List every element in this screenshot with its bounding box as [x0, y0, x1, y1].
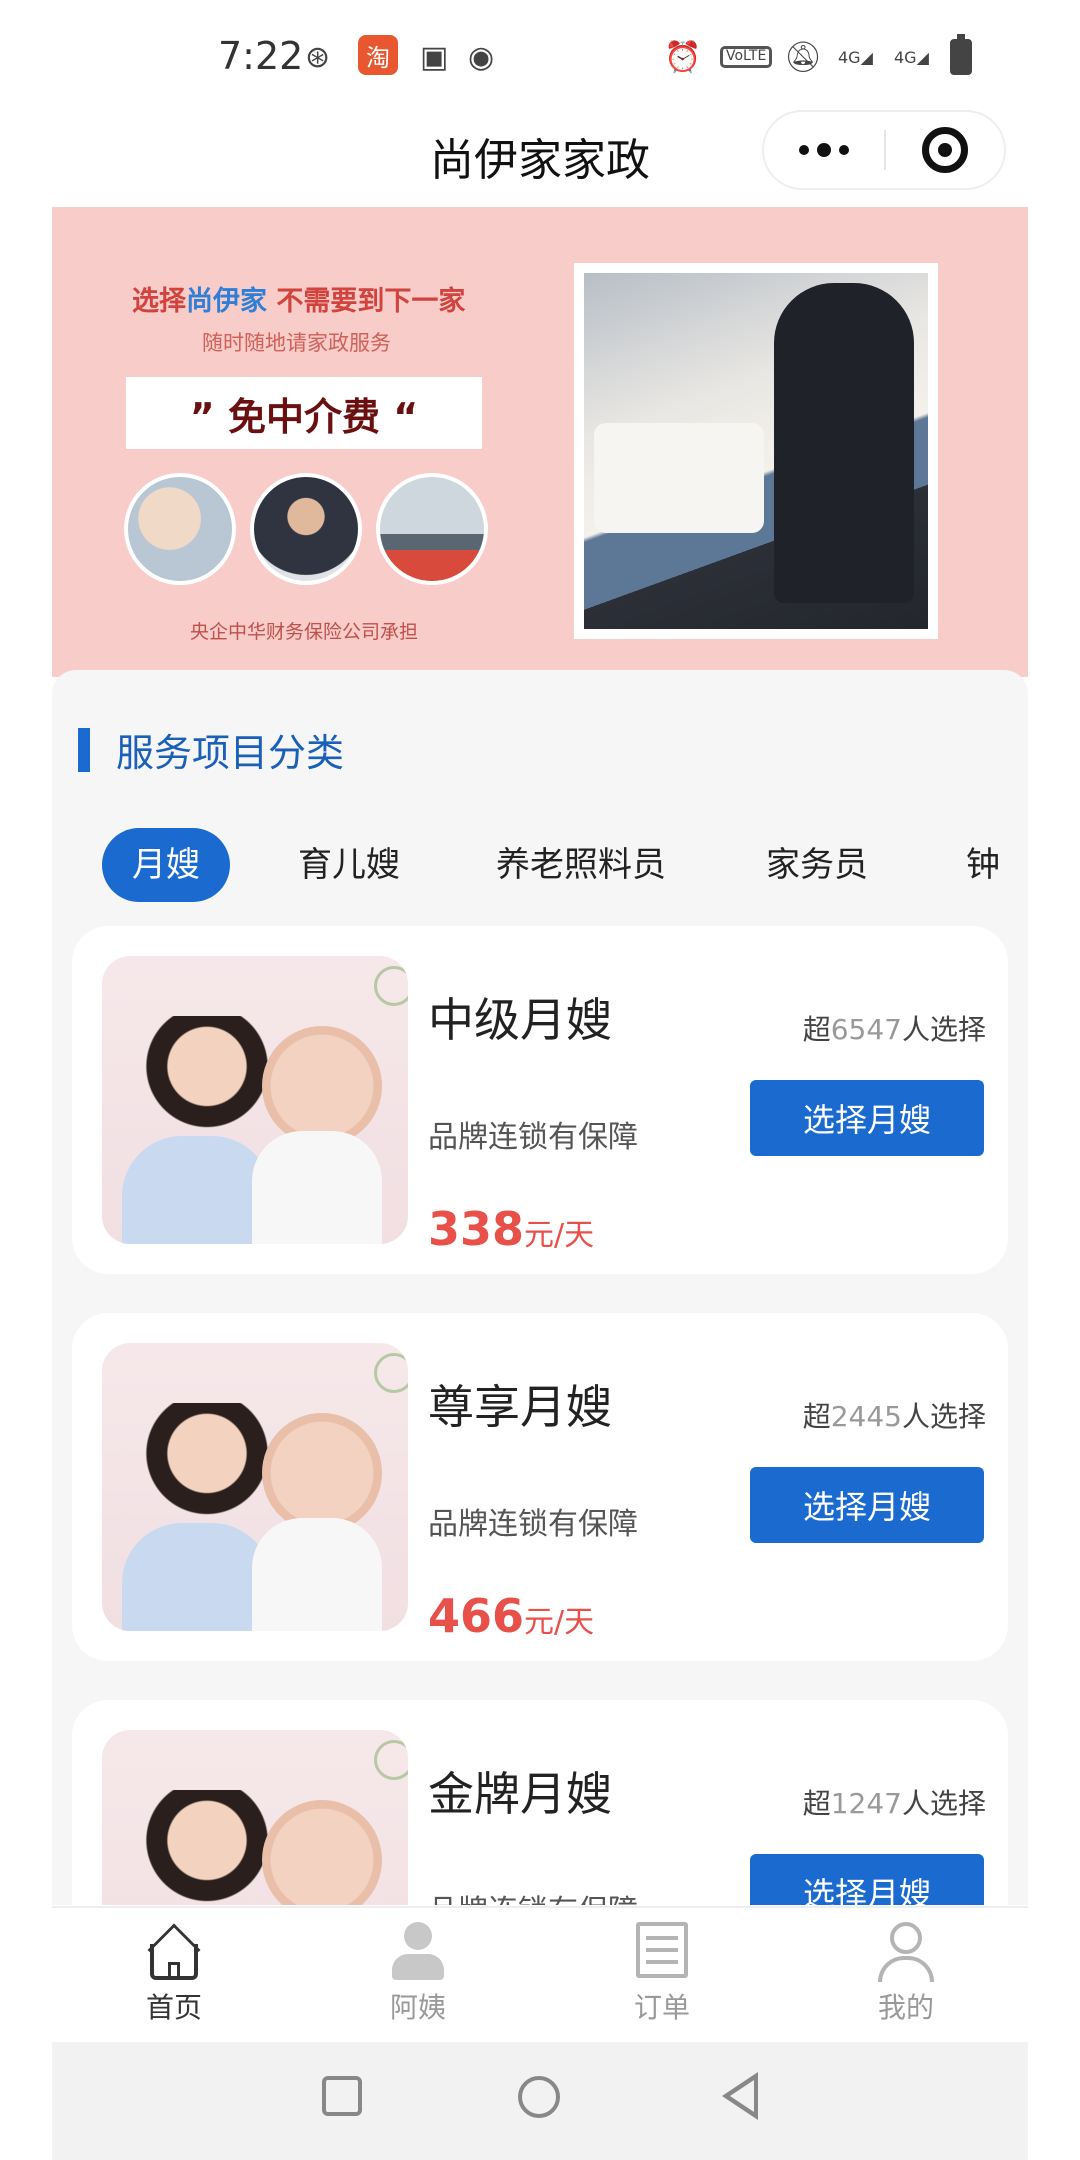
battery-icon: [950, 34, 972, 76]
service-card-image: [102, 1730, 408, 1905]
status-bar: 7:22 ⊛ 淘 ▣ ◉ ⏰ VoLTE 🔕︎ 4G ◢ 4G ◢: [0, 0, 1080, 110]
section-accent-bar: [78, 727, 90, 772]
back-icon[interactable]: [722, 2072, 758, 2120]
nav-label: 首页: [145, 1991, 202, 2024]
promo-banner[interactable]: 选择尚伊家 不需要到下一家 随时随地请家政服务 ” 免中介费 “ 央企中华财务保…: [52, 207, 1028, 677]
service-price: 466元/天: [428, 1589, 595, 1643]
signal-4g-icon: 4G ◢: [894, 47, 929, 67]
service-card-image: [102, 1343, 408, 1631]
nav-label: 订单: [633, 1991, 690, 2024]
service-card[interactable]: 中级月嫂 超6547人选择 品牌连锁有保障 选择月嫂 338元/天: [72, 926, 1008, 1274]
service-name: 中级月嫂: [428, 993, 612, 1047]
service-subtitle: 品牌连锁有保障: [428, 1886, 638, 1905]
service-price: 338元/天: [428, 1202, 595, 1256]
selection-count: 超6547人选择: [802, 1013, 986, 1046]
nav-label: 我的: [877, 1991, 934, 2024]
banner-photo-circle-3: [376, 473, 488, 585]
select-yuesao-button[interactable]: 选择月嫂: [750, 1854, 984, 1905]
recents-icon[interactable]: [322, 2076, 362, 2116]
volte-icon: VoLTE: [720, 38, 773, 76]
nav-item-home[interactable]: 首页: [94, 1922, 254, 2026]
home-icon: [142, 1922, 206, 1982]
banner-footer: 央企中华财务保险公司承担: [190, 621, 419, 643]
taobao-icon: 淘: [358, 35, 398, 75]
close-miniprogram-icon[interactable]: [886, 110, 1004, 190]
download-icon: ▣: [420, 39, 449, 75]
signal-4g-icon: 4G ◢: [838, 47, 873, 67]
banner-photo-circle-1: [124, 473, 236, 585]
mute-icon: 🔕︎: [784, 39, 823, 75]
home-button-icon[interactable]: [518, 2076, 560, 2118]
tab-hourly[interactable]: 钟: [966, 828, 1000, 902]
selection-count: 超1247人选择: [802, 1787, 986, 1820]
service-card[interactable]: 金牌月嫂 超1247人选择 品牌连锁有保障 选择月嫂: [72, 1700, 1008, 1905]
select-yuesao-button[interactable]: 选择月嫂: [750, 1080, 984, 1156]
weibo-icon: ⊛: [305, 39, 331, 75]
service-subtitle: 品牌连锁有保障: [428, 1507, 638, 1542]
nav-item-aunt[interactable]: 阿姨: [338, 1922, 498, 2026]
system-nav-bar: [52, 2042, 1028, 2160]
nav-label: 阿姨: [389, 1991, 446, 2024]
nav-item-orders[interactable]: 订单: [582, 1922, 742, 2026]
category-tabs: 月嫂 育儿嫂 养老照料员 家务员 钟: [102, 828, 1028, 902]
miniprogram-capsule: [762, 110, 1006, 190]
selection-count: 超2445人选择: [802, 1400, 986, 1433]
status-time: 7:22: [218, 34, 304, 78]
service-card[interactable]: 尊享月嫂 超2445人选择 品牌连锁有保障 选择月嫂 466元/天: [72, 1313, 1008, 1661]
service-card-image: [102, 956, 408, 1244]
bottom-nav: 首页 阿姨 订单 我的: [52, 1906, 1028, 2042]
more-icon[interactable]: [764, 110, 884, 190]
banner-photo-circle-2: [250, 473, 362, 585]
order-icon: [630, 1922, 694, 1982]
select-yuesao-button[interactable]: 选择月嫂: [750, 1467, 984, 1543]
aunt-icon: [386, 1922, 450, 1982]
banner-slogan: 选择尚伊家 不需要到下一家: [132, 286, 466, 317]
tab-yuesao[interactable]: 月嫂: [102, 828, 230, 902]
section-header: 服务项目分类: [78, 722, 344, 777]
alarm-icon: ⏰: [664, 39, 702, 75]
service-panel: 服务项目分类 月嫂 育儿嫂 养老照料员 家务员 钟 中级月嫂 超6547人选择 …: [52, 670, 1028, 1905]
service-name: 尊享月嫂: [428, 1380, 612, 1434]
tab-housekeeper[interactable]: 家务员: [766, 828, 868, 902]
section-title: 服务项目分类: [116, 731, 345, 775]
tab-yuersao[interactable]: 育儿嫂: [298, 828, 400, 902]
banner-highlight: ” 免中介费 “: [126, 377, 482, 449]
title-bar: 尚伊家家政: [0, 110, 1080, 210]
service-name: 金牌月嫂: [428, 1767, 612, 1821]
tab-elder-care[interactable]: 养老照料员: [496, 828, 666, 902]
profile-icon: [874, 1922, 938, 1982]
banner-main-photo: [574, 263, 938, 639]
music-icon: ◉: [468, 39, 495, 75]
service-subtitle: 品牌连锁有保障: [428, 1120, 638, 1155]
banner-subslogan: 随时随地请家政服务: [202, 331, 391, 355]
nav-item-profile[interactable]: 我的: [826, 1922, 986, 2026]
